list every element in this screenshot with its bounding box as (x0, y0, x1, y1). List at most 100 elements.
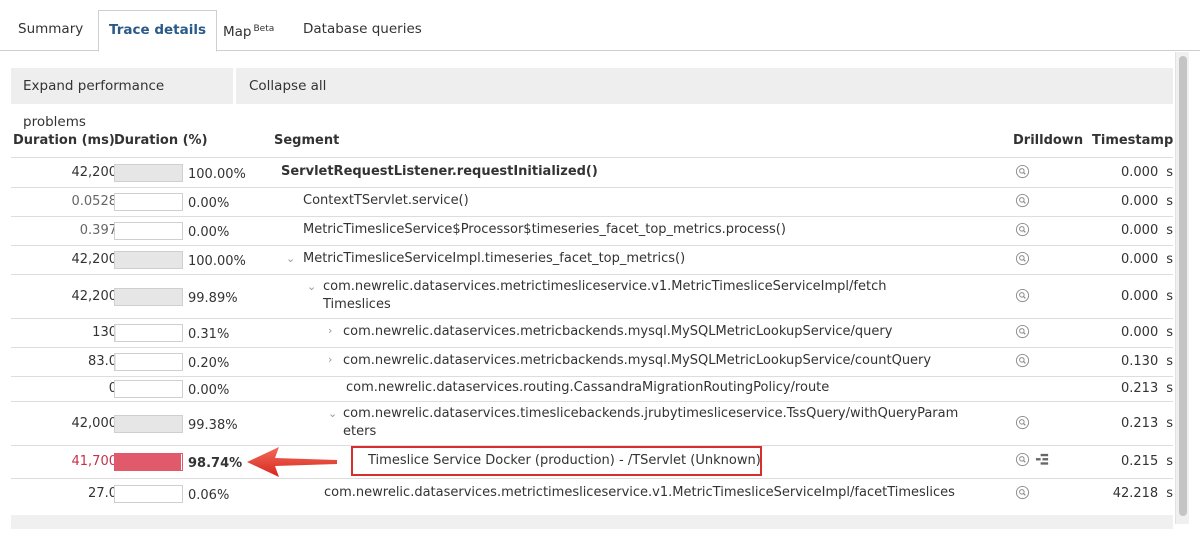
table-row[interactable]: 27.0 0.06% com.newrelic.dataservices.met… (11, 479, 1173, 508)
chevron-down-icon[interactable]: ⌄ (286, 252, 295, 265)
segment-name-line2: eters (343, 424, 377, 439)
magnifier-icon[interactable] (1015, 485, 1030, 500)
table-row[interactable]: 42,000 99.38% ⌄ com.newrelic.dataservice… (11, 402, 1174, 445)
duration-value: 130 (92, 325, 117, 340)
timestamp: 0.213 s (1073, 381, 1173, 396)
magnifier-icon[interactable] (1015, 415, 1030, 430)
magnifier-icon[interactable] (1015, 251, 1030, 266)
duration-value: 0.0528 (71, 194, 118, 209)
horizontal-scrollbar[interactable] (11, 515, 1173, 529)
duration-percent: 0.00% (188, 383, 230, 398)
duration-value: 42,200 (71, 252, 118, 267)
expand-performance-problems-button[interactable]: Expand performance problems (11, 68, 236, 130)
timestamp-unit: s (1166, 354, 1173, 369)
duration-percent: 100.00% (188, 254, 246, 269)
duration-value: 41,700 (71, 454, 118, 469)
duration-bar-fill (115, 454, 182, 470)
duration-bar (114, 453, 183, 471)
duration-percent: 98.74% (188, 456, 243, 471)
timestamp-unit: s (1166, 486, 1173, 501)
header-drilldown: Drilldown (1013, 133, 1084, 148)
duration-bar-fill (115, 416, 182, 432)
table-row[interactable]: 42,200 100.00% ServletRequestListener.re… (11, 158, 1173, 187)
segment-name[interactable]: com.newrelic.dataservices.routing.Cassan… (346, 379, 829, 397)
duration-percent: 0.00% (188, 196, 230, 211)
magnifier-icon[interactable] (1015, 222, 1030, 237)
timestamp-unit: s (1166, 325, 1173, 340)
duration-percent: 0.20% (188, 356, 230, 371)
tab-database-queries[interactable]: Database queries (293, 10, 432, 51)
duration-percent: 0.00% (188, 225, 230, 240)
duration-value: 83.0 (88, 354, 117, 369)
timestamp-value: 0.000 (1121, 194, 1159, 209)
duration-bar (114, 251, 183, 269)
magnifier-icon[interactable] (1015, 324, 1030, 339)
tab-database-queries-label: Database queries (303, 21, 422, 37)
duration-value: 42,200 (71, 289, 118, 304)
segment-name[interactable]: MetricTimesliceServiceImpl.timeseries_fa… (303, 250, 685, 268)
tab-bar: Summary Trace details Map Beta Database q… (0, 0, 1200, 52)
timestamp-unit: s (1166, 252, 1173, 267)
timestamp: 0.213 s (1073, 416, 1173, 431)
chevron-down-icon[interactable]: ⌄ (328, 407, 337, 420)
timestamp-unit: s (1166, 416, 1173, 431)
tab-map[interactable]: Map Beta (213, 10, 284, 51)
segment-name[interactable]: com.newrelic.dataservices.metrictimeslic… (324, 484, 955, 502)
table-row[interactable]: 83.0 0.20% › com.newrelic.dataservices.m… (11, 348, 1173, 376)
duration-bar-fill (115, 165, 182, 181)
table-row[interactable]: 0.397 0.00% MetricTimesliceService$Proce… (11, 217, 1173, 246)
chevron-right-icon[interactable]: › (328, 324, 332, 337)
tab-trace-details[interactable]: Trace details (98, 10, 218, 52)
duration-percent: 100.00% (188, 167, 246, 182)
timestamp-value: 0.215 (1121, 454, 1159, 469)
collapse-all-button[interactable]: Collapse all (237, 68, 339, 104)
duration-bar (114, 193, 183, 211)
duration-bar (114, 288, 183, 306)
timestamp-value: 0.130 (1121, 354, 1159, 369)
segment-name-line1: com.newrelic.dataservices.metrictimeslic… (323, 279, 887, 294)
magnifier-icon[interactable] (1015, 452, 1030, 467)
segment-name[interactable]: com.newrelic.dataservices.metrictimeslic… (323, 278, 886, 314)
duration-bar-fill (115, 289, 182, 305)
table-row[interactable]: 42,200 99.89% ⌄ com.newrelic.dataservice… (11, 275, 1174, 319)
arrow-left-icon (247, 447, 337, 477)
magnifier-icon[interactable] (1015, 353, 1030, 368)
table-row[interactable]: 0 0.00% com.newrelic.dataservices.routin… (11, 377, 1173, 402)
timestamp: 0.000 s (1073, 165, 1173, 180)
tab-trace-details-label: Trace details (109, 22, 207, 38)
vertical-scrollbar[interactable] (1175, 52, 1189, 524)
duration-bar (114, 415, 183, 433)
magnifier-icon[interactable] (1015, 164, 1030, 179)
magnifier-icon[interactable] (1015, 288, 1030, 303)
duration-bar (114, 164, 183, 182)
duration-bar (114, 485, 183, 503)
header-duration-pct: Duration (%) (114, 133, 208, 148)
duration-bar (114, 353, 183, 371)
segment-name[interactable]: MetricTimesliceService$Processor$timeser… (303, 221, 786, 239)
distributed-trace-icon[interactable] (1035, 452, 1050, 467)
timestamp-unit: s (1166, 454, 1173, 469)
segment-name[interactable]: com.newrelic.dataservices.metricbackends… (343, 323, 892, 341)
table-row[interactable]: 130 0.31% › com.newrelic.dataservices.me… (11, 319, 1173, 348)
segment-name[interactable]: com.newrelic.dataservices.metricbackends… (343, 352, 931, 370)
duration-bar (114, 222, 183, 240)
chevron-down-icon[interactable]: ⌄ (307, 280, 316, 293)
duration-percent: 99.89% (188, 291, 238, 306)
table-row[interactable]: 0.0528 0.00% ContextTServlet.service() 0… (11, 188, 1173, 217)
table-row[interactable]: 42,200 100.00% ⌄ MetricTimesliceServiceI… (11, 246, 1173, 275)
timestamp: 0.000 s (1073, 325, 1173, 340)
timestamp-unit: s (1166, 165, 1173, 180)
timestamp: 0.130 s (1073, 354, 1173, 369)
segment-name[interactable]: ServletRequestListener.requestInitialize… (281, 163, 598, 181)
timestamp: 0.000 s (1073, 223, 1173, 238)
vertical-scrollbar-thumb[interactable] (1179, 56, 1187, 516)
timestamp-unit: s (1166, 381, 1173, 396)
chevron-right-icon[interactable]: › (328, 353, 332, 366)
segment-name[interactable]: ContextTServlet.service() (303, 192, 469, 210)
duration-bar (114, 380, 183, 398)
magnifier-icon[interactable] (1015, 193, 1030, 208)
beta-badge: Beta (253, 24, 275, 34)
segment-name[interactable]: com.newrelic.dataservices.timeslicebacke… (343, 405, 958, 441)
tab-summary[interactable]: Summary (8, 10, 93, 51)
toolbar: Expand performance problems Collapse all (11, 68, 1173, 130)
